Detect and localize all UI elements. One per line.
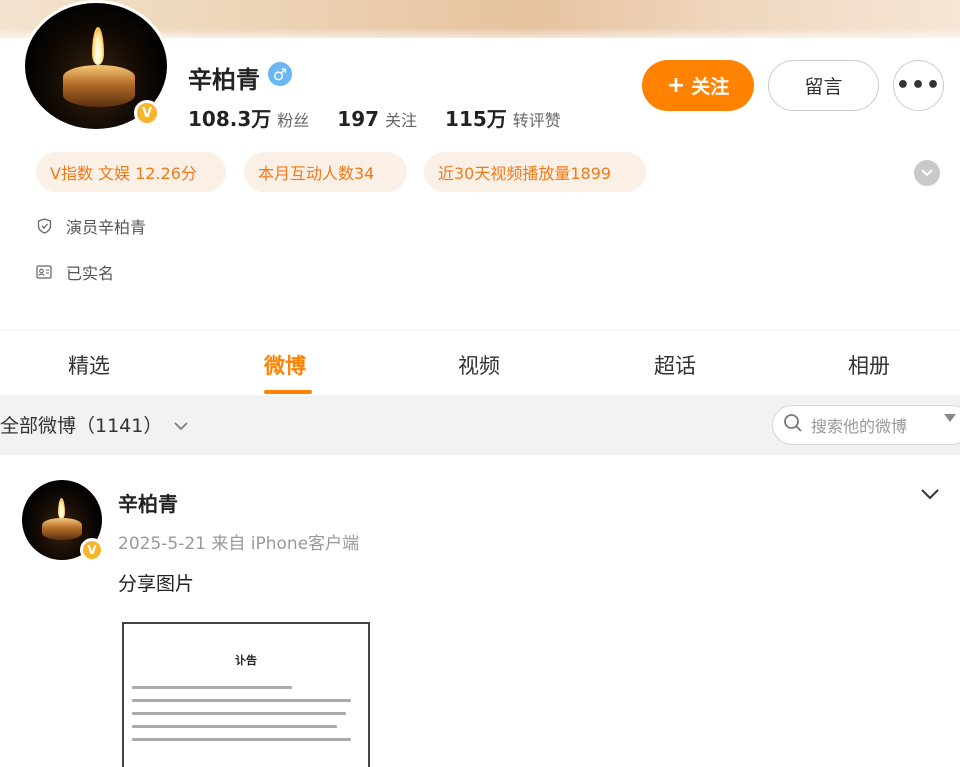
stat-value: 197 — [337, 107, 380, 131]
divider — [0, 330, 960, 331]
post-meta: 2025-5-21 来自 iPhone客户端 — [118, 534, 360, 554]
post-text: 分享图片 — [118, 573, 195, 595]
male-icon: ♂ — [268, 62, 292, 86]
follow-label: 关注 — [691, 76, 730, 98]
stat-followers[interactable]: 108.3万 粉丝 — [188, 103, 309, 132]
stat-label: 粉丝 — [277, 111, 310, 130]
profile-stats: 108.3万 粉丝 197 关注 115万 转评赞 — [188, 103, 561, 132]
verified-icon: V — [134, 100, 160, 126]
more-options-button[interactable]: ••• — [893, 60, 944, 111]
stat-following[interactable]: 197 关注 — [337, 107, 417, 131]
stat-label: 转评赞 — [512, 111, 561, 130]
real-name-text: 已实名 — [66, 264, 115, 283]
tab-video[interactable]: 视频 — [458, 350, 500, 380]
profile-tabs: 精选 微博 视频 超话 相册 — [0, 332, 960, 394]
verified-icon: V — [80, 538, 104, 562]
active-tab-indicator — [264, 390, 312, 394]
tag-monthly-interaction[interactable]: 本月互动人数34 — [244, 152, 407, 192]
tag-v-index[interactable]: V指数 文娱 12.26分 — [36, 152, 226, 192]
info-occupation: 演员辛柏青 — [36, 214, 146, 238]
tab-featured[interactable]: 精选 — [68, 350, 110, 380]
stat-likes: 115万 转评赞 — [445, 103, 561, 132]
candle-flame — [58, 498, 65, 519]
stat-value: 108.3万 — [188, 107, 272, 131]
document-line — [132, 738, 351, 741]
stat-label: 关注 — [385, 111, 418, 130]
search-placeholder: 搜索他的微博 — [811, 417, 908, 436]
post-image[interactable]: 讣告 — [122, 622, 370, 767]
tab-weibo[interactable]: 微博 — [264, 350, 306, 380]
tab-album[interactable]: 相册 — [848, 350, 890, 380]
document-title: 讣告 — [235, 654, 257, 667]
message-button[interactable]: 留言 — [768, 60, 879, 111]
candle — [63, 65, 135, 107]
id-card-icon — [36, 264, 52, 280]
chevron-down-icon — [174, 414, 188, 436]
document-line — [132, 712, 347, 715]
stat-value: 115万 — [445, 107, 507, 131]
filter-bar: 全部微博（1141） 搜索他的微博 — [0, 395, 960, 455]
post-author[interactable]: 辛柏青 — [118, 488, 178, 517]
candle — [42, 518, 82, 540]
document-line — [132, 725, 338, 728]
caret-down-icon[interactable] — [944, 414, 956, 422]
shield-icon — [36, 218, 52, 234]
document-line — [132, 686, 292, 689]
search-icon — [783, 413, 803, 437]
plus-icon: + — [666, 73, 686, 98]
profile-name: 辛柏青 — [188, 66, 260, 94]
chevron-down-icon[interactable] — [914, 160, 940, 186]
info-real-name: 已实名 — [36, 260, 114, 284]
tag-video-plays[interactable]: 近30天视频播放量1899 — [424, 152, 646, 192]
document-line — [132, 699, 351, 702]
candle-flame — [92, 27, 104, 65]
occupation-text: 演员辛柏青 — [66, 218, 147, 237]
filter-label: 全部微博（1141） — [0, 415, 163, 437]
tab-super-topic[interactable]: 超话 — [654, 350, 696, 380]
search-input[interactable]: 搜索他的微博 — [772, 405, 960, 445]
filter-dropdown[interactable]: 全部微博（1141） — [0, 411, 188, 438]
chevron-down-icon[interactable] — [918, 482, 942, 506]
follow-button[interactable]: + 关注 — [642, 60, 754, 111]
